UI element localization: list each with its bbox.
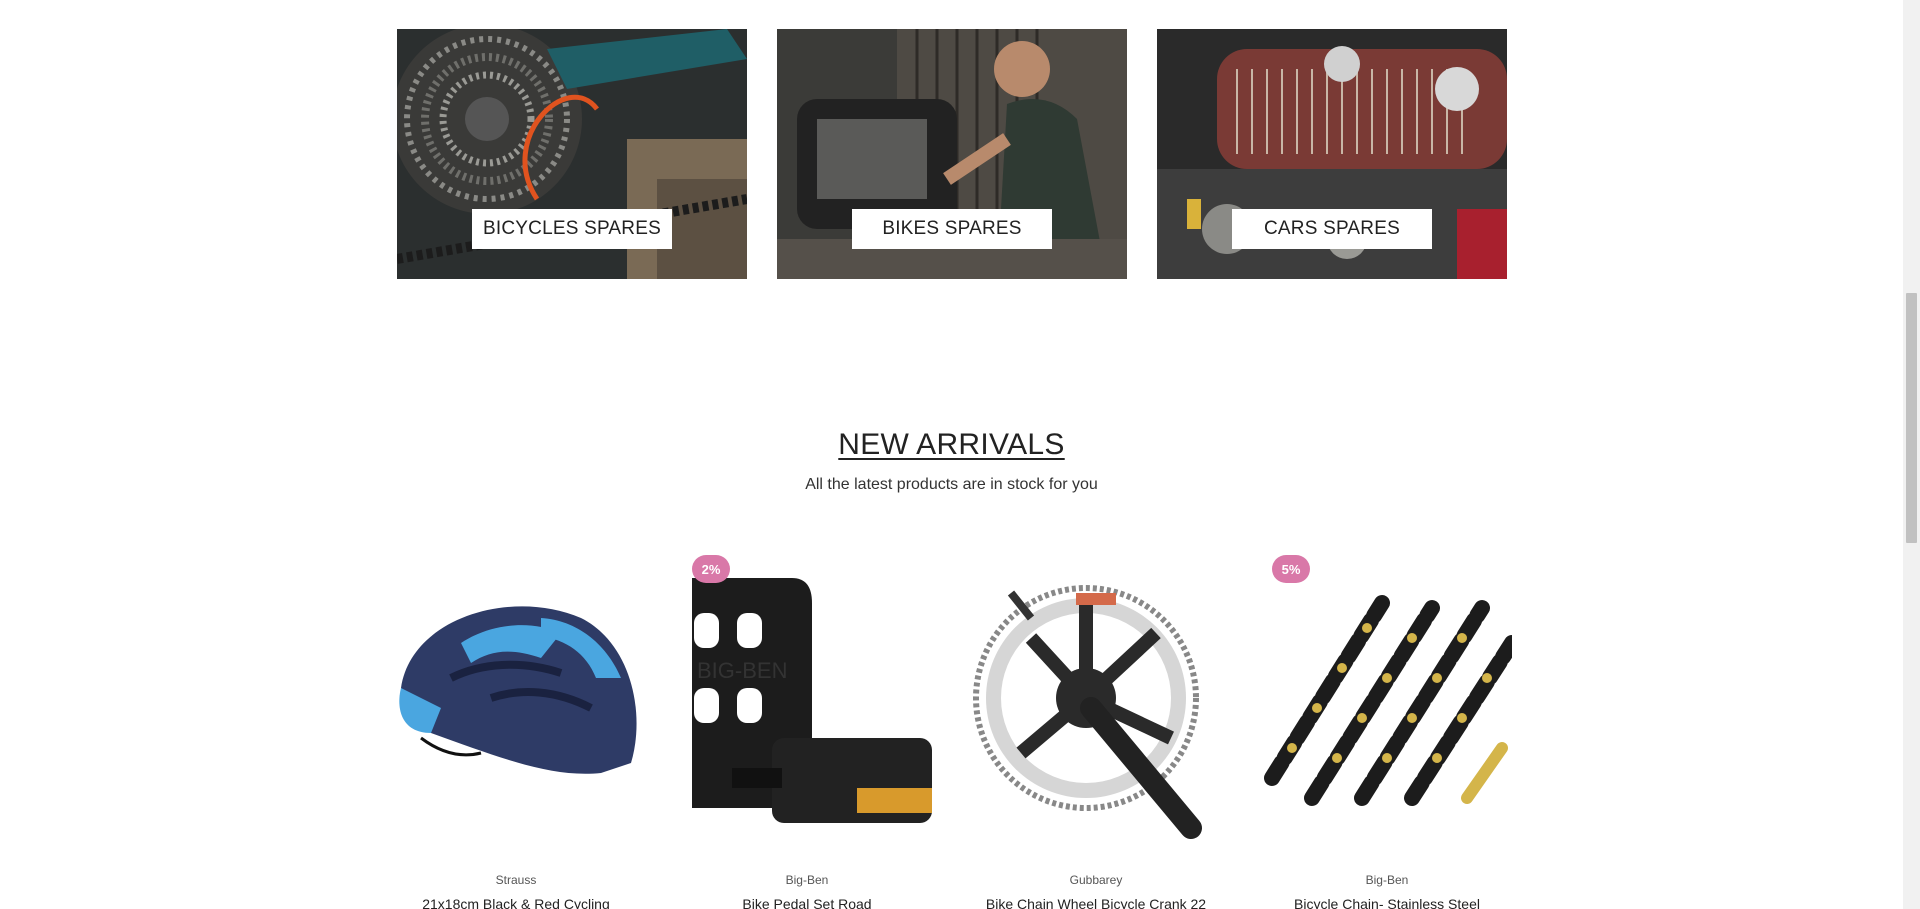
product-image[interactable] xyxy=(971,548,1221,858)
product-card[interactable]: Gubbarey Bike Chain Wheel Bicycle Crank … xyxy=(971,548,1221,909)
product-name[interactable]: Bicycle Chain- Stainless Steel xyxy=(1262,896,1512,909)
product-name[interactable]: Bike Chain Wheel Bicycle Crank 22 xyxy=(971,896,1221,909)
section-subtitle: All the latest products are in stock for… xyxy=(805,476,1098,493)
page-scrollbar[interactable] xyxy=(1903,0,1920,909)
product-brand: Big-Ben xyxy=(1365,873,1409,887)
discount-badge: 5% xyxy=(1272,555,1310,583)
product-image[interactable] xyxy=(1262,548,1512,858)
category-label[interactable]: CARS SPARES xyxy=(1232,209,1432,249)
category-tile-bicycles[interactable]: BICYCLES SPARES xyxy=(397,29,747,279)
category-tile-cars[interactable]: CARS SPARES xyxy=(1157,29,1507,279)
product-brand: Gubbarey xyxy=(1069,873,1123,887)
helmet-image xyxy=(399,606,637,774)
category-label[interactable]: BICYCLES SPARES xyxy=(472,209,672,249)
product-image[interactable]: BIG-BEN xyxy=(682,548,932,858)
product-card[interactable]: 5% Big-Ben Bicycle Chain- Stainless Stee… xyxy=(1262,548,1512,909)
scrollbar-thumb[interactable] xyxy=(1906,293,1917,543)
pedal-image: BIG-BEN xyxy=(692,578,932,823)
product-name[interactable]: 21x18cm Black & Red Cycling xyxy=(391,896,641,909)
product-brand: Strauss xyxy=(495,873,537,887)
section-title: NEW ARRIVALS xyxy=(838,428,1065,461)
discount-badge: 2% xyxy=(692,555,730,583)
product-card[interactable]: 2% BIG-BEN Big-Ben Bike Pedal Set Road xyxy=(682,548,932,909)
category-tile-bikes[interactable]: BIKES SPARES xyxy=(777,29,1127,279)
product-name[interactable]: Bike Pedal Set Road xyxy=(682,896,932,909)
chain-image xyxy=(1262,595,1512,806)
svg-text:BIG-BEN: BIG-BEN xyxy=(697,658,787,683)
product-brand: Big-Ben xyxy=(785,873,829,887)
category-label[interactable]: BIKES SPARES xyxy=(852,209,1052,249)
product-card[interactable]: Strauss 21x18cm Black & Red Cycling xyxy=(391,548,641,909)
product-image[interactable] xyxy=(391,548,641,858)
crankset-image xyxy=(973,585,1202,839)
page: BICYCLES SPARES BIKES SPARES CARS SPARES… xyxy=(0,0,1920,909)
